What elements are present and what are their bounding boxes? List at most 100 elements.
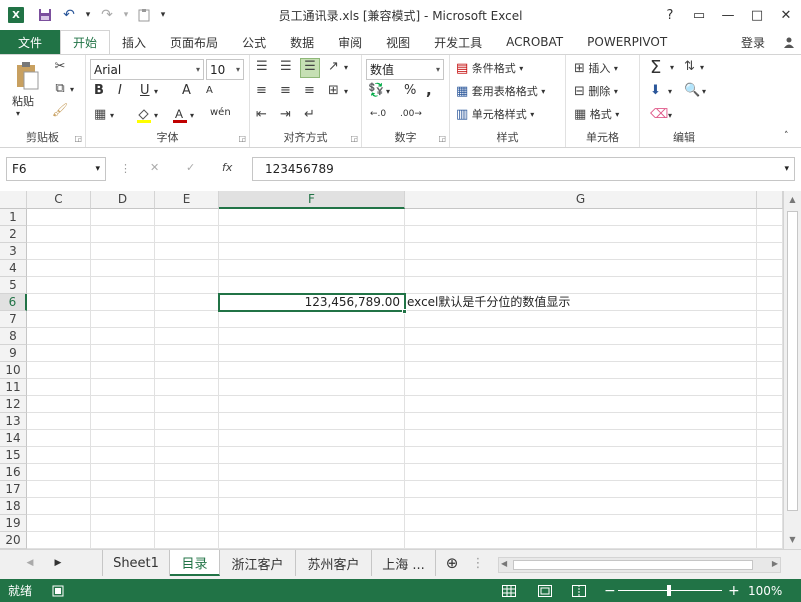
zoom-slider[interactable] (618, 579, 722, 602)
cell-styles-button[interactable]: ▥ 单元格样式 ▾ (456, 106, 534, 122)
find-select-dropdown-icon[interactable]: ▾ (702, 87, 706, 96)
minimize-button[interactable]: — (714, 0, 742, 30)
format-cells-button[interactable]: ▦ 格式 ▾ (574, 106, 619, 122)
number-launcher-icon[interactable]: ◲ (438, 134, 446, 143)
shrink-font-button[interactable]: A (206, 85, 213, 96)
user-icon[interactable] (777, 30, 801, 54)
sort-filter-dropdown-icon[interactable]: ▾ (700, 63, 704, 72)
vertical-scroll-thumb[interactable] (787, 211, 798, 511)
autosum-dropdown-icon[interactable]: ▾ (670, 63, 674, 72)
fill-color-dropdown-icon[interactable]: ▾ (154, 111, 158, 120)
zoom-level[interactable]: 100% (748, 579, 782, 602)
row-header-12[interactable]: 12 (0, 396, 27, 413)
tab-page-layout[interactable]: 页面布局 (158, 30, 230, 54)
paste-icon[interactable] (10, 61, 44, 91)
insert-cells-button[interactable]: ⊞ 插入 ▾ (574, 60, 618, 76)
undo-icon[interactable]: ↶ (56, 0, 82, 30)
tab-splitter-icon[interactable]: ⋮ (470, 550, 486, 576)
row-header-4[interactable]: 4 (0, 260, 27, 277)
clipboard-icon[interactable] (132, 0, 156, 30)
row-header-19[interactable]: 19 (0, 515, 27, 532)
scroll-up-icon[interactable]: ▲ (784, 191, 801, 208)
column-header-d[interactable]: D (91, 191, 155, 209)
find-select-icon[interactable]: 🔍 (684, 83, 700, 98)
customize-qat-icon[interactable]: ▾ (156, 0, 170, 30)
italic-button[interactable]: I (118, 83, 122, 98)
tab-review[interactable]: 审阅 (326, 30, 374, 54)
row-header-8[interactable]: 8 (0, 328, 27, 345)
row-header-18[interactable]: 18 (0, 498, 27, 515)
horizontal-scrollbar[interactable]: ◀ ▶ (498, 557, 781, 573)
font-launcher-icon[interactable]: ◲ (238, 134, 246, 143)
name-box[interactable]: F6 ▾ (6, 157, 106, 181)
collapse-ribbon-icon[interactable]: ˄ (784, 131, 789, 141)
font-size-input[interactable]: 10 ▾ (206, 59, 244, 80)
formula-input[interactable]: 123456789 ▾ (252, 157, 795, 181)
cut-icon[interactable]: ✂ (50, 59, 70, 74)
decrease-decimal-icon[interactable]: .00→ (400, 109, 422, 119)
column-header-h[interactable] (757, 191, 783, 209)
tab-acrobat[interactable]: ACROBAT (494, 30, 575, 54)
tab-data[interactable]: 数据 (278, 30, 326, 54)
next-sheet-icon[interactable]: ▶ (46, 550, 70, 576)
enter-formula-button[interactable]: ✓ (186, 161, 195, 174)
number-format-select[interactable]: 数值 ▾ (366, 59, 444, 80)
copy-icon[interactable]: ⧉ (50, 81, 70, 96)
align-left-icon[interactable]: ≡ (256, 83, 267, 98)
row-header-9[interactable]: 9 (0, 345, 27, 362)
format-as-table-button[interactable]: ▦ 套用表格格式 ▾ (456, 83, 545, 99)
column-header-f[interactable]: F (219, 191, 405, 209)
orientation-dropdown-icon[interactable]: ▾ (344, 63, 348, 72)
scroll-down-icon[interactable]: ▼ (784, 531, 801, 548)
row-header-6[interactable]: 6 (0, 294, 27, 311)
select-all-button[interactable] (0, 191, 27, 209)
paste-button[interactable]: 粘贴 (12, 93, 34, 109)
tab-powerpivot[interactable]: POWERPIVOT (575, 30, 679, 54)
new-sheet-icon[interactable]: ⊕ (440, 550, 464, 576)
vertical-scrollbar[interactable]: ▲ ▼ (783, 191, 801, 549)
selected-cell-f6[interactable]: 123,456,789.00 (218, 293, 406, 312)
fill-dropdown-icon[interactable]: ▾ (668, 87, 672, 96)
clear-dropdown-icon[interactable]: ▾ (668, 111, 672, 120)
sheet-tab-directory[interactable]: 目录 (170, 550, 220, 576)
row-header-14[interactable]: 14 (0, 430, 27, 447)
column-header-e[interactable]: E (155, 191, 219, 209)
row-header-3[interactable]: 3 (0, 243, 27, 260)
align-bottom-icon[interactable]: ☰ (300, 58, 320, 78)
sheet-tab-sheet1[interactable]: Sheet1 (102, 550, 170, 576)
macro-recording-icon[interactable] (52, 579, 64, 602)
row-header-17[interactable]: 17 (0, 481, 27, 498)
sheet-tab-suzhou[interactable]: 苏州客户 (296, 550, 372, 576)
row-header-11[interactable]: 11 (0, 379, 27, 396)
sort-filter-icon[interactable]: ⇅ (684, 59, 695, 74)
percent-button[interactable]: % (404, 83, 416, 98)
page-break-view-icon[interactable] (572, 579, 586, 602)
zoom-out-button[interactable]: − (604, 579, 616, 602)
scroll-left-icon[interactable]: ◀ (501, 559, 507, 568)
grow-font-button[interactable]: A (182, 83, 191, 98)
insert-function-button[interactable]: fx (222, 161, 232, 174)
tab-view[interactable]: 视图 (374, 30, 422, 54)
sheet-tab-zhejiang[interactable]: 浙江客户 (220, 550, 296, 576)
merge-center-icon[interactable]: ⊞ (328, 83, 339, 98)
row-header-13[interactable]: 13 (0, 413, 27, 430)
tab-formulas[interactable]: 公式 (230, 30, 278, 54)
underline-button[interactable]: U (140, 83, 150, 98)
help-button[interactable]: ? (658, 0, 682, 30)
increase-decimal-icon[interactable]: ←.0 (370, 109, 386, 119)
font-color-dropdown-icon[interactable]: ▾ (190, 111, 194, 120)
horizontal-scroll-thumb[interactable] (513, 560, 753, 570)
row-header-5[interactable]: 5 (0, 277, 27, 294)
currency-icon[interactable]: 💱 (368, 83, 384, 98)
wrap-text-icon[interactable]: ↵ (304, 107, 315, 122)
clear-icon[interactable]: ⌫ (650, 107, 668, 122)
merge-dropdown-icon[interactable]: ▾ (344, 87, 348, 96)
increase-indent-icon[interactable]: ⇥ (280, 107, 291, 122)
autosum-button[interactable]: Σ (650, 57, 661, 78)
delete-cells-button[interactable]: ⊟ 删除 ▾ (574, 83, 618, 99)
column-header-c[interactable]: C (27, 191, 91, 209)
sheet-tab-shanghai[interactable]: 上海 ... (372, 550, 436, 576)
zoom-slider-thumb[interactable] (667, 585, 671, 596)
undo-dropdown-icon[interactable]: ▾ (82, 0, 94, 30)
conditional-formatting-button[interactable]: ▤ 条件格式 ▾ (456, 60, 523, 76)
